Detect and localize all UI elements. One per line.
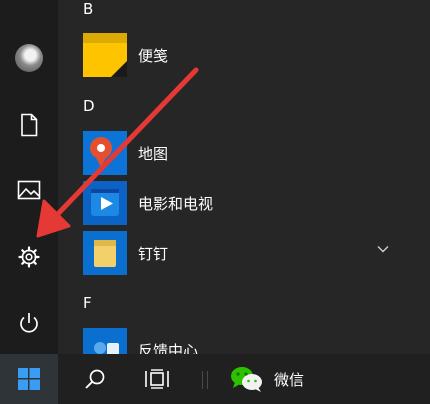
start-button[interactable] [0, 354, 58, 404]
taskbar: 微信 [0, 354, 430, 404]
app-item-sticky-notes[interactable]: 便笺 [83, 33, 413, 77]
app-item-dingtalk-folder[interactable]: 钉钉 [83, 231, 413, 275]
settings-icon [18, 246, 40, 268]
search-icon [85, 369, 105, 389]
section-letter-b[interactable]: B [83, 0, 93, 18]
app-label: 反馈中心 [138, 341, 199, 355]
power-button[interactable] [0, 299, 58, 347]
movies-tv-icon [83, 181, 127, 225]
search-button[interactable] [70, 354, 120, 404]
folder-icon [83, 231, 127, 275]
taskbar-separator [207, 371, 208, 389]
power-icon [20, 313, 38, 333]
taskbar-app-wechat[interactable]: 微信 [230, 354, 320, 404]
feedback-hub-icon [83, 328, 127, 354]
maps-icon [83, 131, 127, 175]
section-letter-f[interactable]: F [83, 294, 92, 312]
app-label: 地图 [138, 144, 169, 163]
settings-button[interactable] [0, 233, 58, 281]
wechat-label: 微信 [274, 370, 305, 389]
app-item-feedback-hub[interactable]: 反馈中心 [83, 328, 413, 354]
start-menu-left-rail [0, 0, 58, 354]
app-label: 电影和电视 [138, 194, 214, 213]
documents-button[interactable] [0, 101, 58, 149]
user-avatar [15, 44, 43, 72]
section-letter-d[interactable]: D [83, 97, 95, 115]
documents-icon [21, 113, 38, 137]
windows-logo-icon [18, 368, 40, 390]
app-label: 钉钉 [138, 244, 169, 263]
user-account-button[interactable] [0, 34, 58, 82]
task-view-icon [145, 369, 169, 389]
start-menu-app-list[interactable]: B 便笺 D 地图 电影和电视 钉钉 F 反馈中心 [58, 0, 430, 354]
wechat-icon [231, 367, 262, 392]
pictures-icon [17, 180, 41, 200]
pictures-button[interactable] [0, 166, 58, 214]
taskbar-separator [202, 371, 203, 389]
app-item-maps[interactable]: 地图 [83, 131, 413, 175]
chevron-down-icon[interactable] [377, 245, 389, 253]
app-item-movies-tv[interactable]: 电影和电视 [83, 181, 413, 225]
sticky-notes-icon [83, 33, 127, 77]
app-label: 便笺 [138, 46, 169, 65]
task-view-button[interactable] [131, 354, 183, 404]
